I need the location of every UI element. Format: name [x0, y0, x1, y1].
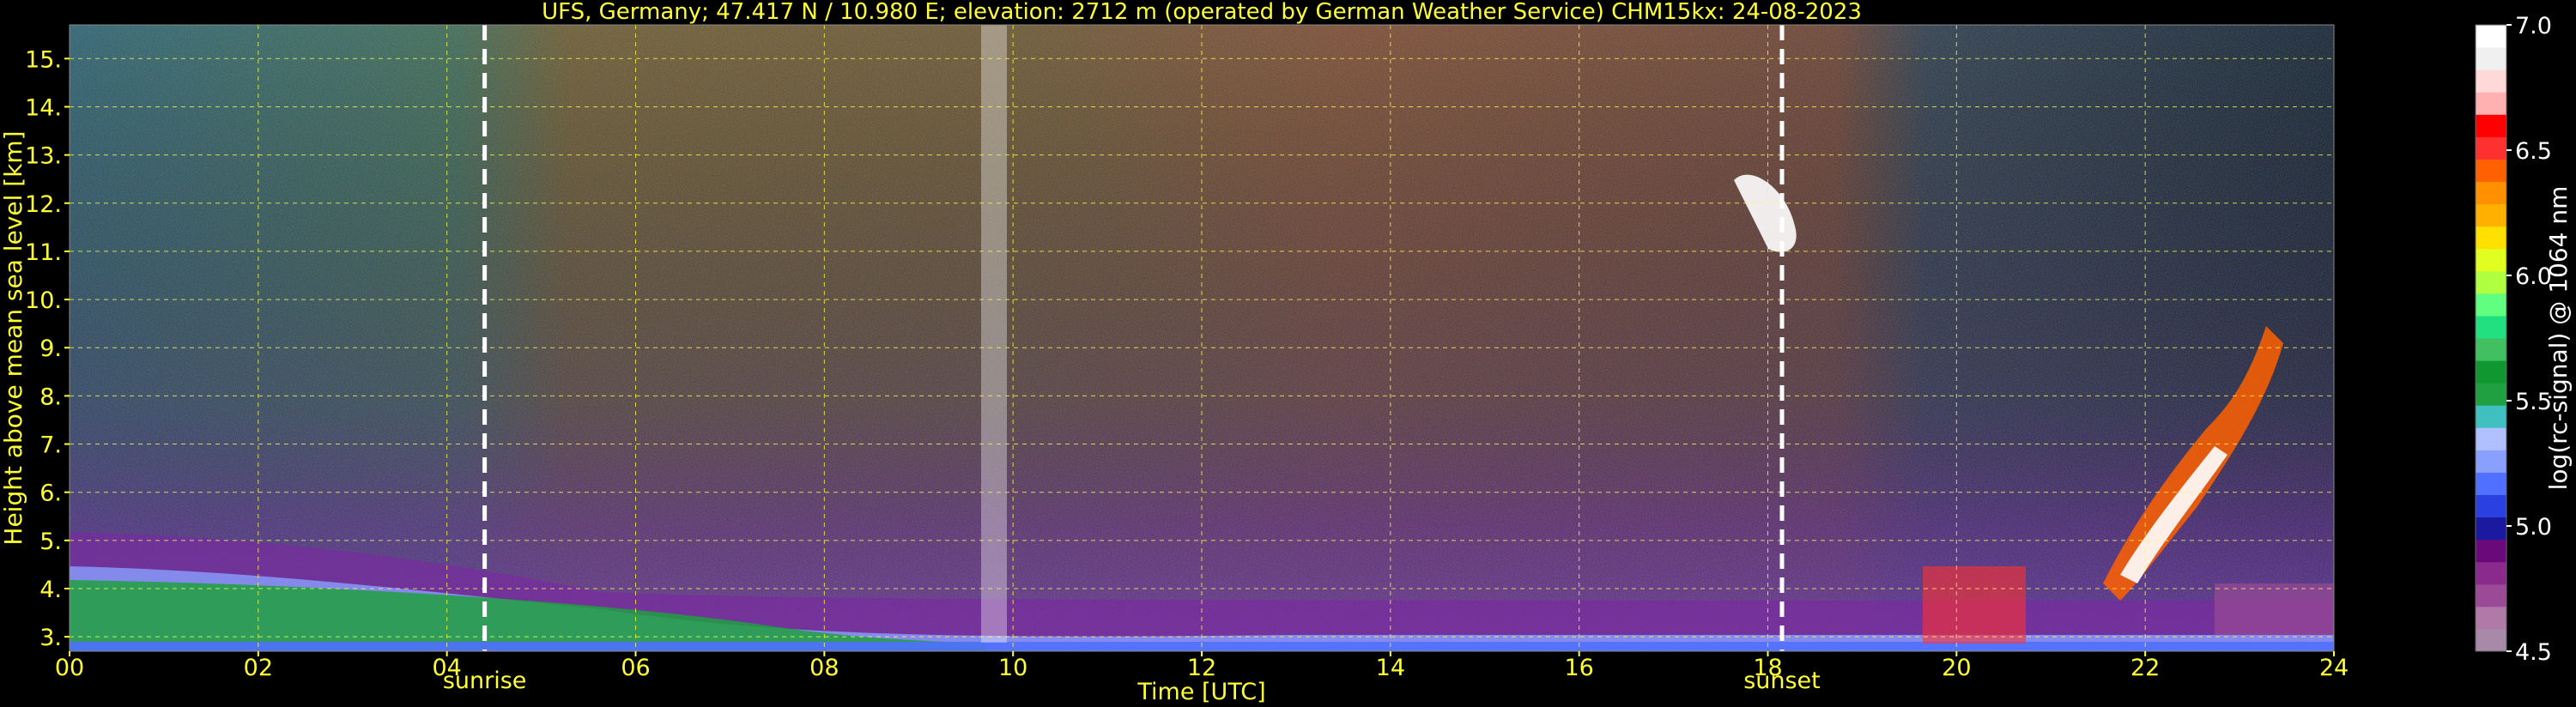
y-tick-label: 9. [39, 335, 62, 362]
colorbar-swatch [2476, 181, 2506, 205]
colorbar-swatch [2476, 25, 2506, 48]
dense-column [981, 25, 1007, 643]
colorbar-swatch [2476, 450, 2506, 473]
colorbar-swatch [2476, 315, 2506, 339]
y-tick-label: 12. [25, 191, 62, 218]
cloud-base-evening-2 [2215, 583, 2334, 635]
colorbar-swatch [2476, 69, 2506, 93]
colorbar-swatch [2476, 226, 2506, 250]
y-tick-label: 8. [39, 384, 62, 410]
colorbar-swatch [2476, 494, 2506, 518]
x-tick-label: 24 [2319, 655, 2349, 681]
colorbar-swatch [2476, 159, 2506, 182]
colorbar-swatch [2476, 203, 2506, 227]
y-tick-label: 15. [25, 46, 62, 73]
y-tick-label: 10. [25, 287, 62, 314]
colorbar-swatch [2476, 47, 2506, 70]
colorbar-swatch [2476, 136, 2506, 160]
x-tick-label: 00 [55, 655, 84, 681]
colorbar-swatch [2476, 360, 2506, 384]
y-tick-label: 5. [39, 529, 62, 555]
x-tick-label: 10 [998, 655, 1027, 681]
x-tick-label: 06 [621, 655, 650, 681]
y-tick-label: 14. [25, 94, 62, 121]
y-tick-label: 3. [39, 625, 62, 651]
colorbar-swatch [2476, 114, 2506, 137]
chart-title: UFS, Germany; 47.417 N / 10.980 E; eleva… [542, 0, 1862, 25]
x-tick-label: 08 [809, 655, 839, 681]
y-axis-label: Height above mean sea level [km] [0, 130, 27, 545]
colorbar-swatch [2476, 248, 2506, 272]
colorbar-swatch [2476, 606, 2506, 630]
colorbar-swatch [2476, 517, 2506, 541]
colorbar [2475, 24, 2507, 652]
y-axis-ticks: 3. 4. 5. 6. 7. 8. 9. 10. 11. 12. 13. 14. 15. [25, 46, 70, 651]
colorbar-tick-label: 6.5 [2515, 138, 2552, 165]
plot-area [69, 24, 2335, 652]
y-tick-label: 11. [25, 239, 62, 266]
marker-label-sunrise: sunrise [443, 668, 527, 694]
colorbar-swatch [2476, 561, 2506, 585]
colorbar-tick-label: 4.5 [2515, 639, 2552, 666]
colorbar-swatch [2476, 383, 2506, 406]
x-tick-label: 12 [1187, 655, 1216, 681]
colorbar-swatch [2476, 628, 2506, 652]
x-tick-label: 20 [1942, 655, 1971, 681]
colorbar-swatch [2476, 427, 2506, 450]
colorbar-swatch [2476, 472, 2506, 495]
x-tick-label: 22 [2131, 655, 2160, 681]
colorbar-swatch [2476, 583, 2506, 607]
colorbar-swatch [2476, 293, 2506, 317]
y-tick-label: 7. [39, 432, 62, 459]
x-axis-label: Time [UTC] [1136, 679, 1265, 705]
colorbar-swatch [2476, 92, 2506, 115]
x-tick-label: 02 [244, 655, 273, 681]
ceilometer-chart: 00 02 04 06 08 10 12 14 16 18 20 22 24sunrise sunset … [0, 0, 2573, 705]
colorbar-swatch [2476, 270, 2506, 294]
colorbar-label: log(rc-signal) @ 1064 nm [2544, 186, 2573, 491]
cloud-base-evening [1923, 566, 2026, 644]
colorbar-tick-label: 5.0 [2515, 514, 2552, 541]
x-tick-label: 14 [1376, 655, 1405, 681]
y-tick-label: 4. [39, 577, 62, 603]
y-tick-label: 13. [25, 143, 62, 170]
colorbar-swatch [2476, 539, 2506, 563]
colorbar-swatch [2476, 338, 2506, 361]
colorbar-swatch [2476, 405, 2506, 428]
x-tick-label: 16 [1564, 655, 1593, 681]
y-tick-label: 6. [39, 480, 62, 507]
colorbar-tick-label: 7.0 [2515, 13, 2552, 39]
marker-label-sunset: sunset [1743, 668, 1821, 694]
